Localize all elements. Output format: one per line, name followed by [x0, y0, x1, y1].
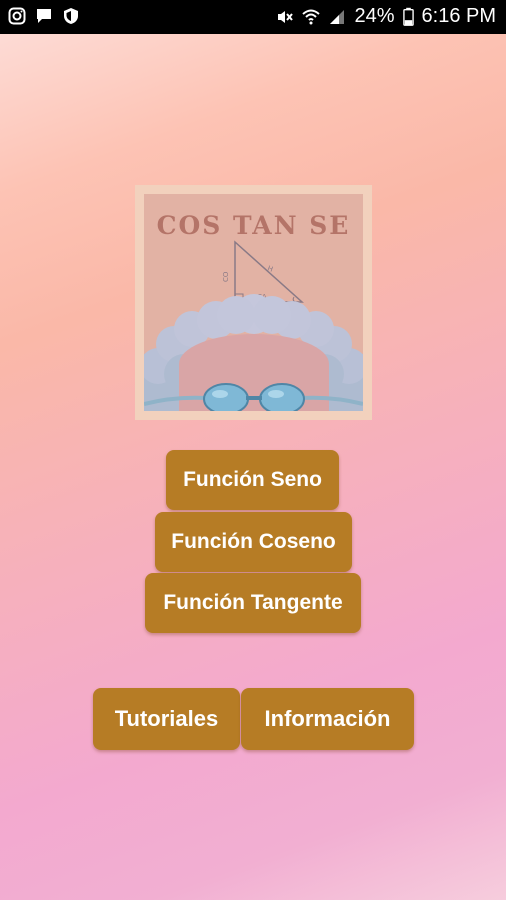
opposite-label: CO: [222, 271, 230, 282]
signal-icon: [330, 9, 345, 24]
funcion-tangente-button[interactable]: Función Tangente: [145, 573, 361, 633]
shield-icon: [64, 8, 78, 24]
instagram-icon: [8, 7, 26, 25]
hypotenuse-label: H: [266, 264, 274, 273]
cloud-hair: [144, 294, 363, 411]
battery-icon: [402, 7, 414, 26]
app-logo: COS TAN SE H CO CA: [135, 185, 372, 420]
funcion-coseno-button[interactable]: Función Coseno: [155, 512, 352, 572]
clock: 6:16 PM: [421, 5, 496, 27]
status-bar-system: 24% 6:16 PM: [276, 5, 496, 28]
logo-illustration: H CO CA: [144, 240, 363, 411]
mute-icon: [278, 10, 294, 23]
battery-percent: 24%: [354, 5, 395, 27]
logo-artwork: COS TAN SE H CO CA: [144, 194, 363, 411]
app-screen: 24% 6:16 PM COS TAN SE H CO CA: [0, 0, 506, 900]
status-bar-notifications: [8, 7, 80, 25]
tutoriales-button[interactable]: Tutoriales: [93, 688, 240, 750]
wifi-icon: [302, 9, 321, 24]
status-bar: 24% 6:16 PM: [0, 0, 506, 34]
chat-icon: [37, 9, 51, 23]
informacion-button[interactable]: Información: [241, 688, 414, 750]
funcion-seno-button[interactable]: Función Seno: [166, 450, 339, 510]
